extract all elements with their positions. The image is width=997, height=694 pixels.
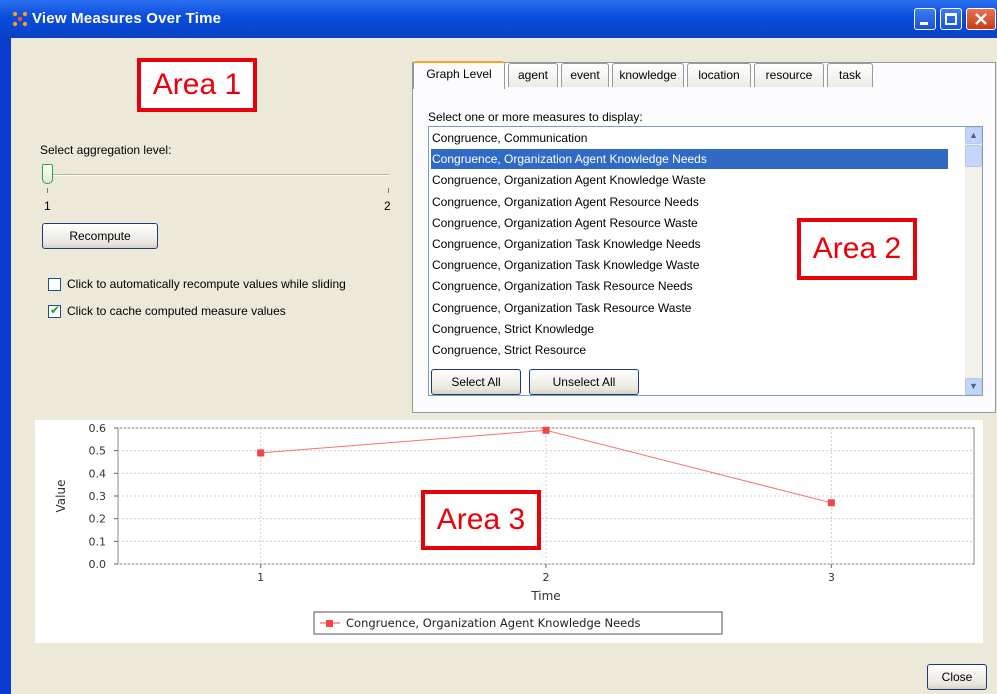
slider-min-label: 1 xyxy=(44,199,51,213)
tab-task[interactable]: task xyxy=(827,63,873,87)
measures-prompt: Select one or more measures to display: xyxy=(428,110,643,124)
maximize-icon xyxy=(945,13,957,25)
list-scrollbar[interactable]: ▲ ▼ xyxy=(965,127,982,395)
aggregation-slider[interactable] xyxy=(41,162,393,202)
area-2-marker-text: Area 2 xyxy=(812,232,902,265)
list-item[interactable]: Congruence, Organization Agent Resource … xyxy=(431,192,948,212)
checkmark-icon: ✔ xyxy=(50,303,61,317)
unselect-all-button[interactable]: Unselect All xyxy=(529,369,639,395)
minimize-icon xyxy=(920,22,928,25)
y-axis-label: Value xyxy=(54,480,68,513)
list-item[interactable]: Congruence, Strict Resource xyxy=(431,340,948,360)
data-point xyxy=(542,426,550,434)
x-axis-label: Time xyxy=(530,589,560,603)
slider-track xyxy=(47,174,389,176)
area-1-marker-text: Area 1 xyxy=(152,68,242,101)
area-1-marker: Area 1 xyxy=(137,58,257,112)
window-client-area: Area 1 Select aggregation level: 1 2 Rec… xyxy=(11,38,997,694)
auto-recompute-checkbox[interactable] xyxy=(48,278,61,291)
tab-location[interactable]: location xyxy=(687,63,751,87)
y-tick-label: 0.3 xyxy=(89,490,107,503)
tab-graph-level[interactable]: Graph Level xyxy=(413,61,505,89)
close-icon xyxy=(975,13,987,25)
close-window-button[interactable] xyxy=(966,8,996,30)
y-tick-label: 0.5 xyxy=(89,445,107,458)
slider-thumb[interactable] xyxy=(42,164,53,184)
y-tick-label: 0.4 xyxy=(89,467,107,480)
scroll-up-button[interactable]: ▲ xyxy=(965,127,982,144)
cache-values-checkbox[interactable]: ✔ xyxy=(48,303,61,318)
close-button[interactable]: Close xyxy=(927,664,987,690)
aggregation-level-label: Select aggregation level: xyxy=(40,143,172,157)
tab-knowledge[interactable]: knowledge xyxy=(612,63,684,87)
maximize-button[interactable] xyxy=(940,8,962,30)
y-tick-label: 0.1 xyxy=(89,535,107,548)
auto-recompute-label[interactable]: Click to automatically recompute values … xyxy=(67,277,346,291)
area-2-marker: Area 2 xyxy=(797,218,917,280)
x-tick-label: 2 xyxy=(543,571,550,584)
cache-values-label[interactable]: Click to cache computed measure values xyxy=(67,304,286,318)
chevron-up-icon: ▲ xyxy=(969,130,978,140)
list-item[interactable]: Congruence, Communication xyxy=(431,128,948,148)
list-item[interactable]: Congruence, Organization Agent Knowledge… xyxy=(431,170,948,190)
window-title: View Measures Over Time xyxy=(32,10,222,27)
y-tick-label: 0.6 xyxy=(89,422,107,435)
data-point xyxy=(257,449,265,457)
area-3-marker: Area 3 xyxy=(421,490,541,550)
list-item[interactable]: Congruence, Organization Task Resource W… xyxy=(431,298,948,318)
recompute-button[interactable]: Recompute xyxy=(42,223,158,249)
tab-resource[interactable]: resource xyxy=(754,63,824,87)
application-window: View Measures Over Time Area 1 Select ag… xyxy=(0,0,997,694)
scroll-down-button[interactable]: ▼ xyxy=(965,378,982,395)
y-tick-label: 0.2 xyxy=(89,513,107,526)
list-item[interactable]: Congruence, Strict Knowledge xyxy=(431,319,948,339)
minimize-button[interactable] xyxy=(914,8,936,30)
x-tick-label: 1 xyxy=(257,571,264,584)
slider-tick-min xyxy=(47,188,48,193)
measures-chart: 0.0 0.1 0.2 0.3 0.4 0.5 0.6 1 2 3 Time Value Congrue… xyxy=(35,420,983,643)
select-all-button[interactable]: Select All xyxy=(431,369,521,395)
slider-tick-max xyxy=(388,188,389,193)
slider-max-label: 2 xyxy=(384,199,391,213)
title-bar[interactable]: View Measures Over Time xyxy=(0,0,997,38)
x-tick-label: 3 xyxy=(828,571,835,584)
y-tick-label: 0.0 xyxy=(89,558,107,571)
list-item[interactable]: Congruence, Organization Agent Knowledge… xyxy=(431,149,948,170)
app-icon xyxy=(12,11,28,27)
legend-marker xyxy=(326,620,333,627)
tab-event[interactable]: event xyxy=(561,63,609,87)
legend-label: Congruence, Organization Agent Knowledge… xyxy=(346,616,641,630)
area-3-marker-text: Area 3 xyxy=(436,503,526,536)
chevron-down-icon: ▼ xyxy=(969,381,978,391)
data-point xyxy=(827,499,835,507)
scroll-thumb[interactable] xyxy=(965,145,982,167)
tab-agent[interactable]: agent xyxy=(508,63,558,87)
